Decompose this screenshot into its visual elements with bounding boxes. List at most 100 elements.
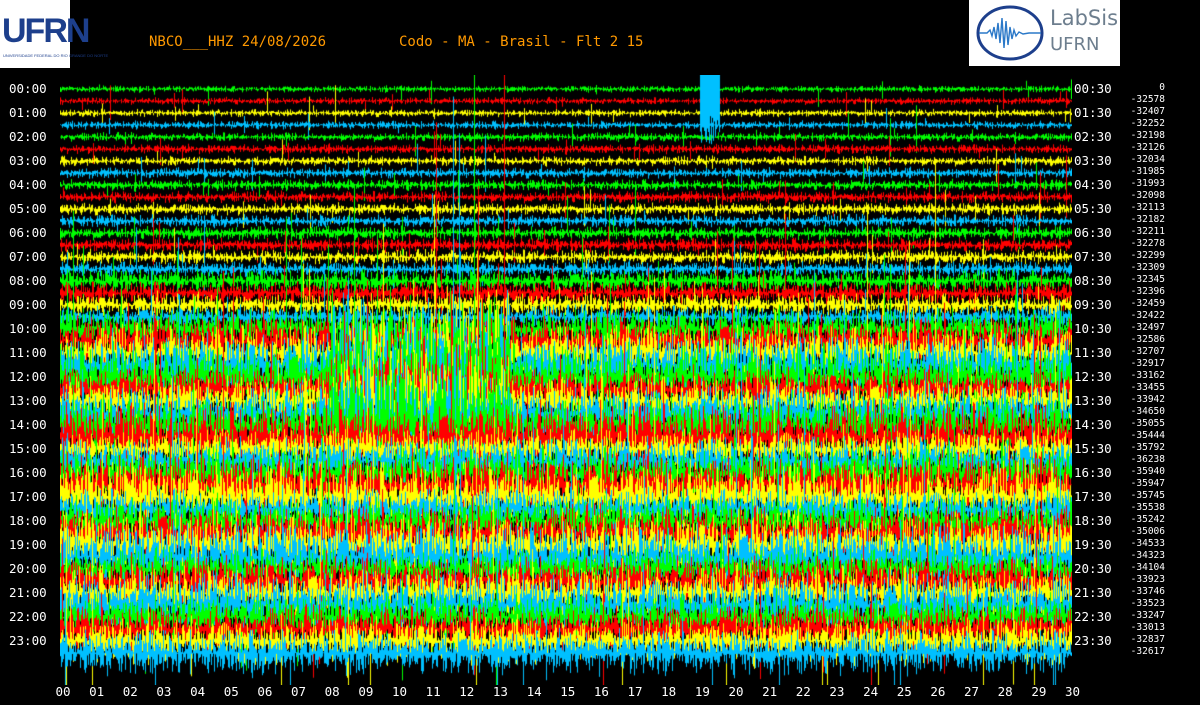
hour-label-left: 09:00 bbox=[9, 297, 47, 312]
offset-label: -32837 bbox=[1130, 634, 1165, 645]
minute-tick-label: 22 bbox=[795, 684, 811, 699]
hour-label-left: 17:00 bbox=[9, 489, 47, 504]
location-title: Codo - MA - Brasil - Flt 2 15 bbox=[399, 34, 644, 50]
minute-tick-label: 21 bbox=[762, 684, 778, 699]
hour-label-left: 06:00 bbox=[9, 225, 47, 240]
hour-label-left: 13:00 bbox=[9, 393, 47, 408]
hour-label-left: 15:00 bbox=[9, 441, 47, 456]
labsis-logo-title: LabSis bbox=[1050, 6, 1119, 30]
minute-tick-label: 23 bbox=[829, 684, 845, 699]
offset-label: -35444 bbox=[1130, 430, 1165, 441]
offset-label: -32578 bbox=[1130, 94, 1165, 105]
offset-label: -33942 bbox=[1130, 394, 1165, 405]
minute-tick-label: 16 bbox=[593, 684, 609, 699]
offset-label: -32459 bbox=[1130, 298, 1165, 309]
offset-label: -31993 bbox=[1130, 178, 1165, 189]
minute-tick-label: 10 bbox=[391, 684, 408, 699]
seismogram-traces bbox=[60, 75, 1072, 685]
minute-tick-label: 01 bbox=[89, 684, 105, 699]
hour-label-left: 05:00 bbox=[9, 201, 47, 216]
hour-label-left: 03:00 bbox=[9, 153, 47, 168]
hour-label-left: 04:00 bbox=[9, 177, 47, 192]
offset-label: -35792 bbox=[1130, 442, 1165, 453]
seismogram-emblem-icon bbox=[976, 5, 1044, 61]
ufrn-logo-text: UFRN bbox=[2, 12, 90, 50]
offset-label: -35940 bbox=[1130, 466, 1165, 477]
minute-tick-label: 09 bbox=[358, 684, 374, 699]
minute-tick-label: 00 bbox=[55, 684, 71, 699]
offset-label: -32113 bbox=[1130, 202, 1165, 213]
minute-tick-label: 06 bbox=[257, 684, 273, 699]
offset-label: -33162 bbox=[1130, 370, 1165, 381]
offset-label: -34104 bbox=[1130, 562, 1165, 573]
offset-label: -33523 bbox=[1130, 598, 1165, 609]
offset-label: -35242 bbox=[1130, 514, 1165, 525]
labsis-logo-subtitle: UFRN bbox=[1050, 34, 1100, 55]
offset-label: -32309 bbox=[1130, 262, 1165, 273]
hour-label-left: 12:00 bbox=[9, 369, 47, 384]
offset-label: -32098 bbox=[1130, 190, 1165, 201]
minute-tick-label: 12 bbox=[459, 684, 475, 699]
minute-tick-label: 18 bbox=[661, 684, 677, 699]
helicorder-frame: UFRN UNIVERSIDADE FEDERAL DO RIO GRANDE … bbox=[0, 0, 1200, 705]
hour-label-left: 16:00 bbox=[9, 465, 47, 480]
offset-label: -33455 bbox=[1130, 382, 1165, 393]
offset-label: -32422 bbox=[1130, 310, 1165, 321]
offset-label: -32299 bbox=[1130, 250, 1165, 261]
offset-label: -35006 bbox=[1130, 526, 1165, 537]
offset-label: -33923 bbox=[1130, 574, 1165, 585]
hour-label-left: 19:00 bbox=[9, 537, 47, 552]
offset-label: -34323 bbox=[1130, 550, 1165, 561]
offset-label: -36238 bbox=[1130, 454, 1165, 465]
hour-label-left: 22:00 bbox=[9, 609, 47, 624]
minute-tick-label: 29 bbox=[1031, 684, 1047, 699]
offset-label: -32345 bbox=[1130, 274, 1165, 285]
hour-label-left: 02:00 bbox=[9, 129, 47, 144]
offset-label: -33746 bbox=[1130, 586, 1165, 597]
hour-label-left: 18:00 bbox=[9, 513, 47, 528]
hour-label-left: 08:00 bbox=[9, 273, 47, 288]
minute-tick-label: 27 bbox=[964, 684, 980, 699]
offset-label: -32707 bbox=[1130, 346, 1165, 357]
hour-label-left: 21:00 bbox=[9, 585, 47, 600]
offset-label: -35745 bbox=[1130, 490, 1165, 501]
offset-label: -32407 bbox=[1130, 106, 1165, 117]
offset-label: -32617 bbox=[1130, 646, 1165, 657]
hour-label-left: 23:00 bbox=[9, 633, 47, 648]
hour-label-left: 07:00 bbox=[9, 249, 47, 264]
station-title: NBCO___HHZ 24/08/2026 bbox=[149, 34, 327, 50]
minute-tick-label: 11 bbox=[425, 684, 441, 699]
offset-label: -32917 bbox=[1130, 358, 1165, 369]
hour-label-left: 01:00 bbox=[9, 105, 47, 120]
minute-tick-label: 24 bbox=[863, 684, 879, 699]
minute-tick-label: 17 bbox=[627, 684, 643, 699]
offset-label: -32396 bbox=[1130, 286, 1165, 297]
ufrn-logo: UFRN UNIVERSIDADE FEDERAL DO RIO GRANDE … bbox=[0, 0, 108, 68]
offset-label: -34650 bbox=[1130, 406, 1165, 417]
minute-tick-label: 14 bbox=[526, 684, 542, 699]
offset-label: -32034 bbox=[1130, 154, 1165, 165]
offset-label: -32252 bbox=[1130, 118, 1165, 129]
hour-label-left: 20:00 bbox=[9, 561, 47, 576]
offset-label: -34533 bbox=[1130, 538, 1165, 549]
offset-label: -33013 bbox=[1130, 622, 1165, 633]
minute-tick-label: 04 bbox=[190, 684, 206, 699]
offset-label: -32182 bbox=[1130, 214, 1165, 225]
offset-label: -32278 bbox=[1130, 238, 1165, 249]
offset-label: -35947 bbox=[1130, 478, 1165, 489]
offset-label: -32497 bbox=[1130, 322, 1165, 333]
offset-label: 0 bbox=[1159, 82, 1165, 93]
offset-label: -32211 bbox=[1130, 226, 1165, 237]
minute-tick-label: 02 bbox=[122, 684, 138, 699]
hour-label-left: 11:00 bbox=[9, 345, 47, 360]
hour-label-left: 00:00 bbox=[9, 81, 47, 96]
minute-tick-label: 15 bbox=[560, 684, 576, 699]
minute-tick-label: 05 bbox=[223, 684, 239, 699]
minute-tick-label: 20 bbox=[728, 684, 744, 699]
hour-label-left: 10:00 bbox=[9, 321, 47, 336]
offset-label: -35538 bbox=[1130, 502, 1165, 513]
minute-tick-label: 13 bbox=[492, 684, 508, 699]
labsis-logo: LabSis UFRN bbox=[969, 0, 1120, 66]
minute-tick-label: 28 bbox=[997, 684, 1013, 699]
offset-label: -33247 bbox=[1130, 610, 1165, 621]
